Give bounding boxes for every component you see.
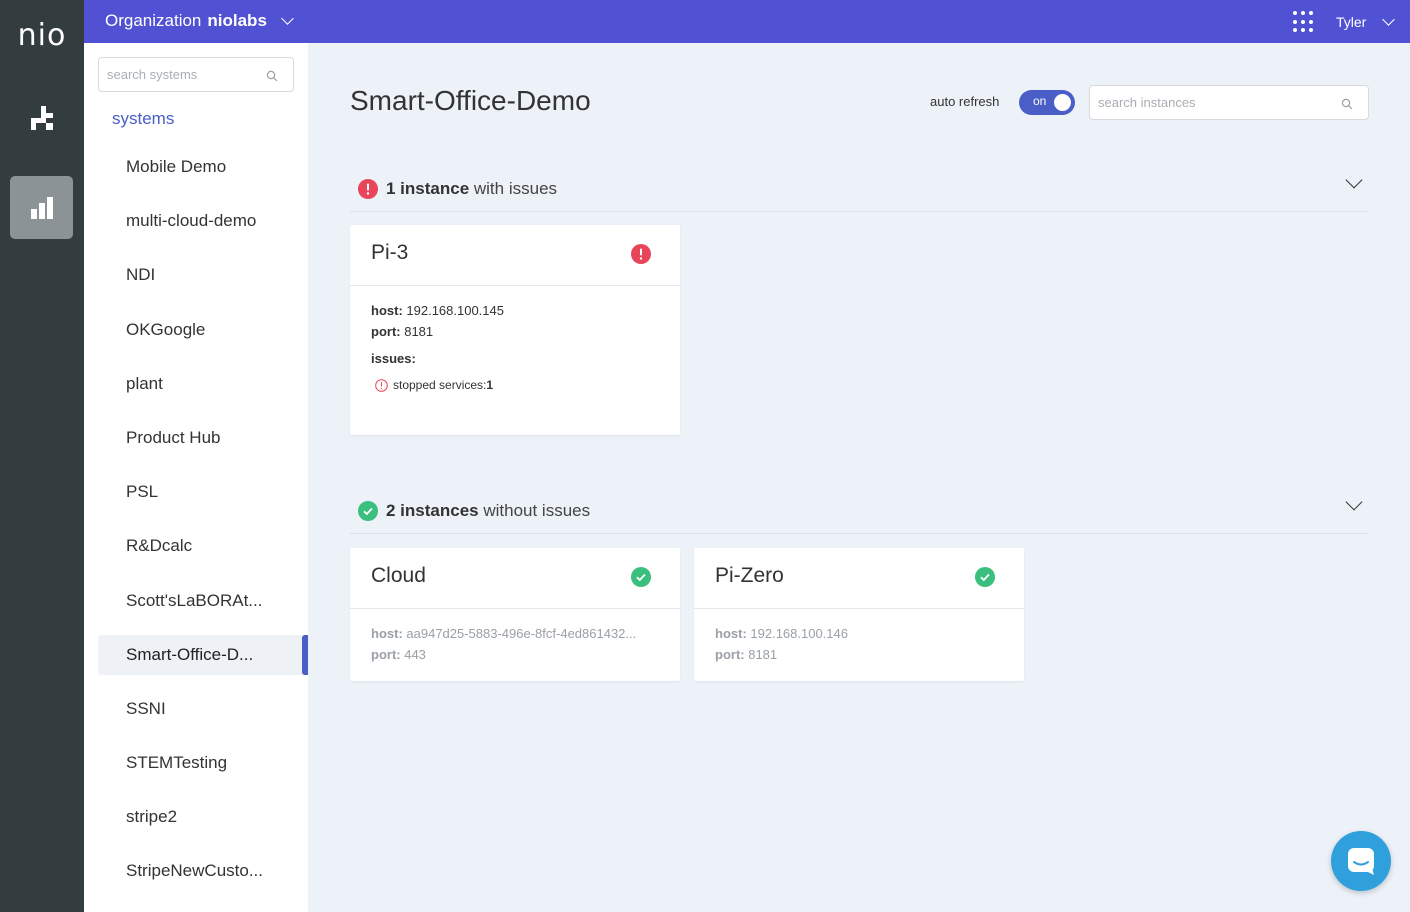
sidebar-item[interactable]: plant [98,364,308,404]
host-value: aa947d25-5883-496e-8fcf-4ed861432... [402,626,637,641]
card-body: host: 192.168.100.146 port: 8181 [694,609,1024,665]
auto-refresh-toggle[interactable]: on [1019,90,1075,115]
sidebar-item[interactable]: multi-cloud-demo [98,201,308,241]
nio-logo[interactable]: nio [0,18,84,53]
port-label: port: [371,324,401,339]
organization-prefix: Organization [105,11,202,30]
issue-text: stopped services: [393,378,487,392]
user-name: Tyler [1336,14,1367,30]
search-instances-box [1089,85,1369,120]
app-rail: nio [0,0,84,912]
sidebar-item[interactable]: R&Dcalc [98,526,308,566]
issues-group-header[interactable]: 1 instance with issues [350,171,1368,212]
port-label: port: [715,647,745,662]
card-header: Pi-3 [350,225,680,286]
host-label: host: [371,303,403,318]
search-systems-box [98,57,294,92]
warning-circle-icon [375,379,388,392]
instance-title: Pi-Zero [715,564,784,587]
instance-card[interactable]: Pi-3 host: 192.168.100.145 port: 8181 is… [350,225,680,435]
card-header: Pi-Zero [694,548,1024,609]
chat-launcher-button[interactable] [1331,831,1391,891]
page-title: Smart-Office-Demo [350,85,591,116]
host-label: host: [715,626,747,641]
chevron-down-icon [281,12,294,25]
issue-item: stopped services: 1 [371,375,659,396]
issue-count: 1 [486,378,494,392]
sidebar-item[interactable]: PSL [98,472,308,512]
check-circle-icon [631,567,651,587]
chevron-down-icon[interactable] [1345,493,1363,511]
top-bar: Organization niolabs Tyler [84,0,1410,43]
systems-sidebar: systems Mobile Demo multi-cloud-demo NDI… [84,43,308,912]
search-instances-input[interactable] [1098,95,1328,110]
check-circle-icon [358,501,378,521]
ok-group-header[interactable]: 2 instances without issues [350,493,1368,534]
toggle-knob [1054,94,1071,111]
sidebar-item[interactable]: NDI [98,255,308,295]
card-body: host: aa947d25-5883-496e-8fcf-4ed861432.… [350,609,680,665]
sidebar-item[interactable]: STEMTesting [98,743,308,783]
port-value: 443 [400,647,426,662]
organization-selector[interactable]: Organization niolabs [105,11,294,31]
ok-count: 2 instances [386,501,479,520]
chart-icon[interactable] [10,176,73,239]
host-label: host: [371,626,403,641]
main-content: Smart-Office-Demo auto refresh on 1 inst… [308,43,1410,912]
sidebar-item[interactable]: SSNI [98,689,308,729]
instance-title: Pi-3 [371,241,409,264]
search-icon [266,70,278,82]
host-row: host: aa947d25-5883-496e-8fcf-4ed861432.… [371,623,659,644]
sidebar-item[interactable]: StripeNewCusto... [98,851,308,891]
sidebar-item-active[interactable]: Smart-Office-D... [98,634,308,675]
sidebar-item[interactable]: stripe2 [98,797,308,837]
sidebar-item[interactable]: Product Hub [98,418,308,458]
sidebar-item[interactable]: Scott'sLaBORAt... [98,581,308,621]
host-value: 192.168.100.145 [402,303,504,318]
systems-list: Mobile Demo multi-cloud-demo NDI OKGoogl… [98,147,308,906]
port-value: 8181 [744,647,778,662]
card-header: Cloud [350,548,680,609]
ok-suffix: without issues [478,501,591,520]
port-row: port: 8181 [371,321,659,342]
chevron-down-icon[interactable] [1345,171,1363,189]
port-row: port: 8181 [715,644,1003,665]
host-row: host: 192.168.100.145 [371,300,659,321]
chevron-down-icon [1382,13,1396,26]
error-icon [631,244,651,264]
organization-name: niolabs [207,11,267,30]
port-row: port: 443 [371,644,659,665]
systems-heading: systems [112,109,175,128]
search-systems-input[interactable] [107,67,257,82]
apps-grid-icon[interactable] [1293,11,1315,33]
blocks-icon[interactable] [10,86,73,149]
chat-icon [1348,848,1374,875]
issues-suffix: with issues [469,179,558,198]
card-body: host: 192.168.100.145 port: 8181 issues:… [350,286,680,396]
error-icon [358,179,378,199]
check-circle-icon [975,567,995,587]
issues-group-label: 1 instance with issues [386,179,557,199]
search-icon [1341,98,1353,110]
instance-card[interactable]: Cloud host: aa947d25-5883-496e-8fcf-4ed8… [350,548,680,681]
auto-refresh-label: auto refresh [930,94,1000,109]
instance-title: Cloud [371,564,426,587]
host-value: 192.168.100.146 [746,626,848,641]
host-row: host: 192.168.100.146 [715,623,1003,644]
port-label: port: [371,647,401,662]
sidebar-item[interactable]: OKGoogle [98,310,308,350]
user-menu[interactable]: Tyler [1336,13,1396,30]
sidebar-item[interactable]: Mobile Demo [98,147,308,187]
port-value: 8181 [400,324,434,339]
issues-count: 1 instance [386,179,470,198]
instance-card[interactable]: Pi-Zero host: 192.168.100.146 port: 8181 [694,548,1024,681]
issues-label: issues: [371,351,416,366]
toggle-label: on [1033,94,1047,108]
ok-group-label: 2 instances without issues [386,501,590,521]
